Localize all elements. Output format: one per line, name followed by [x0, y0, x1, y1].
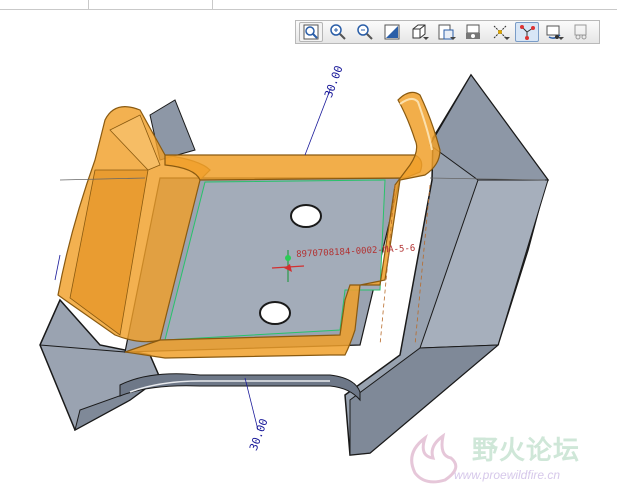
appearance-button[interactable]	[569, 22, 593, 42]
annotation-display-icon	[520, 25, 535, 40]
appearance-icon	[574, 24, 587, 40]
model-viewport[interactable]	[0, 45, 617, 493]
view-manager-icon	[466, 24, 480, 39]
watermark-url: www.proewildfire.cn	[454, 468, 561, 482]
refit-icon	[303, 24, 319, 40]
repaint-icon	[384, 24, 400, 40]
view-manager-button[interactable]	[461, 22, 485, 42]
hole-lower	[259, 301, 291, 325]
view-toolbar	[295, 20, 600, 44]
datum-display-button[interactable]	[488, 22, 512, 42]
display-style-button[interactable]	[407, 22, 431, 42]
repaint-button[interactable]	[380, 22, 404, 42]
hole-upper	[290, 204, 322, 228]
refit-button[interactable]	[299, 22, 323, 42]
zoom-in-icon	[330, 24, 346, 40]
spin-center-button[interactable]	[542, 22, 566, 42]
saved-views-button[interactable]	[434, 22, 458, 42]
annotation-display-button[interactable]	[515, 22, 539, 42]
watermark-title: 野火论坛	[472, 436, 581, 466]
zoom-in-button[interactable]	[326, 22, 350, 42]
selected-bend-top	[164, 154, 423, 181]
zoom-out-icon	[357, 24, 373, 40]
title-strip	[0, 0, 617, 10]
zoom-out-button[interactable]	[353, 22, 377, 42]
